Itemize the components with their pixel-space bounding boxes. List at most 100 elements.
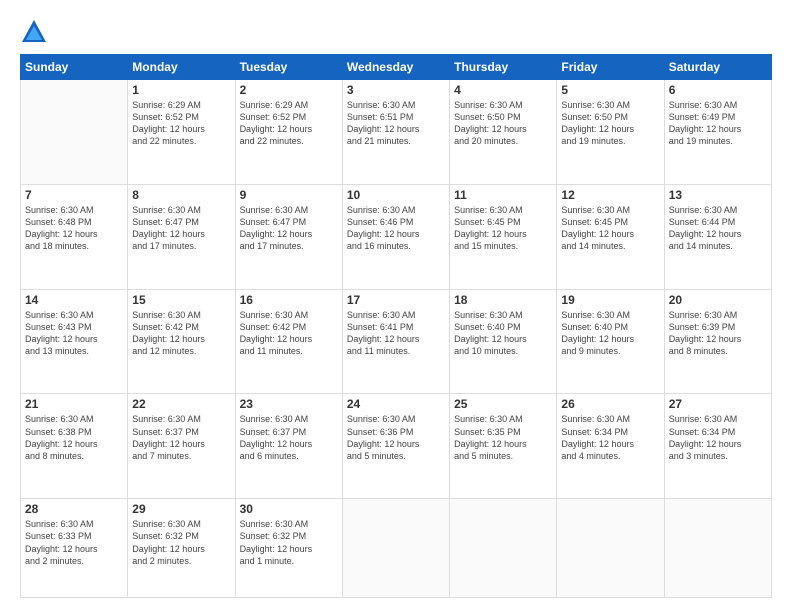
day-number: 14 — [25, 293, 123, 307]
calendar-cell: 28Sunrise: 6:30 AM Sunset: 6:33 PM Dayli… — [21, 499, 128, 598]
day-number: 15 — [132, 293, 230, 307]
day-number: 30 — [240, 502, 338, 516]
calendar-week-row: 1Sunrise: 6:29 AM Sunset: 6:52 PM Daylig… — [21, 80, 772, 185]
day-number: 24 — [347, 397, 445, 411]
calendar-cell: 10 Sunrise: 6:30 AM Sunset: 6:46 PM Dayli… — [342, 184, 449, 289]
day-info: Sunrise: 6:30 AM Sunset: 6:45 PM Dayligh… — [454, 204, 552, 253]
calendar-cell: 16 Sunrise: 6:30 AM Sunset: 6:42 PM Dayli… — [235, 289, 342, 394]
day-info: Sunrise: 6:30 AM Sunset: 6:46 PM Dayligh… — [347, 204, 445, 253]
calendar-cell: 30 Sunrise: 6:30 AM Sunset: 6:32 PM Dayli… — [235, 499, 342, 598]
calendar-cell — [21, 80, 128, 185]
calendar-cell: 13Sunrise: 6:30 AM Sunset: 6:44 PM Dayli… — [664, 184, 771, 289]
day-number: 26 — [561, 397, 659, 411]
day-number: 22 — [132, 397, 230, 411]
day-number: 29 — [132, 502, 230, 516]
day-info: Sunrise: 6:30 AM Sunset: 6:48 PM Dayligh… — [25, 204, 123, 253]
calendar-cell — [557, 499, 664, 598]
day-info: Sunrise: 6:30 AM Sunset: 6:42 PM Dayligh… — [132, 309, 230, 358]
day-info: Sunrise: 6:30 AM Sunset: 6:50 PM Dayligh… — [454, 99, 552, 148]
day-number: 28 — [25, 502, 123, 516]
calendar-cell: 24 Sunrise: 6:30 AM Sunset: 6:36 PM Dayli… — [342, 394, 449, 499]
day-info: Sunrise: 6:30 AM Sunset: 6:36 PM Dayligh… — [347, 413, 445, 462]
day-info: Sunrise: 6:30 AM Sunset: 6:39 PM Dayligh… — [669, 309, 767, 358]
day-info: Sunrise: 6:30 AM Sunset: 6:51 PM Dayligh… — [347, 99, 445, 148]
day-number: 25 — [454, 397, 552, 411]
day-info: Sunrise: 6:30 AM Sunset: 6:37 PM Dayligh… — [132, 413, 230, 462]
day-info: Sunrise: 6:30 AM Sunset: 6:50 PM Dayligh… — [561, 99, 659, 148]
day-number: 5 — [561, 83, 659, 97]
calendar-cell: 27 Sunrise: 6:30 AM Sunset: 6:34 PM Dayli… — [664, 394, 771, 499]
day-info: Sunrise: 6:30 AM Sunset: 6:37 PM Dayligh… — [240, 413, 338, 462]
day-info: Sunrise: 6:30 AM Sunset: 6:35 PM Dayligh… — [454, 413, 552, 462]
day-number: 2 — [240, 83, 338, 97]
calendar-cell: 19Sunrise: 6:30 AM Sunset: 6:40 PM Dayli… — [557, 289, 664, 394]
day-info: Sunrise: 6:30 AM Sunset: 6:32 PM Dayligh… — [132, 518, 230, 567]
calendar-cell: 7Sunrise: 6:30 AM Sunset: 6:48 PM Daylig… — [21, 184, 128, 289]
calendar-cell: 22 Sunrise: 6:30 AM Sunset: 6:37 PM Dayli… — [128, 394, 235, 499]
day-info: Sunrise: 6:30 AM Sunset: 6:40 PM Dayligh… — [454, 309, 552, 358]
calendar-table: SundayMondayTuesdayWednesdayThursdayFrid… — [20, 54, 772, 598]
day-info: Sunrise: 6:30 AM Sunset: 6:41 PM Dayligh… — [347, 309, 445, 358]
day-info: Sunrise: 6:30 AM Sunset: 6:32 PM Dayligh… — [240, 518, 338, 567]
day-info: Sunrise: 6:30 AM Sunset: 6:47 PM Dayligh… — [132, 204, 230, 253]
day-number: 4 — [454, 83, 552, 97]
day-info: Sunrise: 6:30 AM Sunset: 6:43 PM Dayligh… — [25, 309, 123, 358]
day-number: 16 — [240, 293, 338, 307]
day-info: Sunrise: 6:30 AM Sunset: 6:34 PM Dayligh… — [669, 413, 767, 462]
day-info: Sunrise: 6:30 AM Sunset: 6:40 PM Dayligh… — [561, 309, 659, 358]
calendar-day-header: Sunday — [21, 55, 128, 80]
header — [20, 18, 772, 46]
day-number: 8 — [132, 188, 230, 202]
day-info: Sunrise: 6:30 AM Sunset: 6:34 PM Dayligh… — [561, 413, 659, 462]
calendar-cell: 23 Sunrise: 6:30 AM Sunset: 6:37 PM Dayli… — [235, 394, 342, 499]
day-number: 27 — [669, 397, 767, 411]
calendar-cell — [342, 499, 449, 598]
calendar-cell: 3 Sunrise: 6:30 AM Sunset: 6:51 PM Daylig… — [342, 80, 449, 185]
day-info: Sunrise: 6:29 AM Sunset: 6:52 PM Dayligh… — [132, 99, 230, 148]
calendar-week-row: 14 Sunrise: 6:30 AM Sunset: 6:43 PM Dayli… — [21, 289, 772, 394]
day-number: 17 — [347, 293, 445, 307]
day-number: 10 — [347, 188, 445, 202]
calendar-cell: 6 Sunrise: 6:30 AM Sunset: 6:49 PM Daylig… — [664, 80, 771, 185]
day-number: 23 — [240, 397, 338, 411]
logo — [20, 18, 52, 46]
calendar-cell: 17 Sunrise: 6:30 AM Sunset: 6:41 PM Dayli… — [342, 289, 449, 394]
calendar-day-header: Wednesday — [342, 55, 449, 80]
calendar-cell: 26 Sunrise: 6:30 AM Sunset: 6:34 PM Dayli… — [557, 394, 664, 499]
day-number: 13 — [669, 188, 767, 202]
calendar-cell: 14 Sunrise: 6:30 AM Sunset: 6:43 PM Dayli… — [21, 289, 128, 394]
day-number: 6 — [669, 83, 767, 97]
calendar-cell: 21 Sunrise: 6:30 AM Sunset: 6:38 PM Dayli… — [21, 394, 128, 499]
calendar-day-header: Friday — [557, 55, 664, 80]
calendar-cell: 11 Sunrise: 6:30 AM Sunset: 6:45 PM Dayli… — [450, 184, 557, 289]
calendar-week-row: 21 Sunrise: 6:30 AM Sunset: 6:38 PM Dayli… — [21, 394, 772, 499]
day-info: Sunrise: 6:30 AM Sunset: 6:47 PM Dayligh… — [240, 204, 338, 253]
logo-icon — [20, 18, 48, 46]
calendar-day-header: Monday — [128, 55, 235, 80]
calendar-day-header: Saturday — [664, 55, 771, 80]
day-info: Sunrise: 6:30 AM Sunset: 6:38 PM Dayligh… — [25, 413, 123, 462]
day-number: 20 — [669, 293, 767, 307]
page: SundayMondayTuesdayWednesdayThursdayFrid… — [0, 0, 792, 612]
day-number: 12 — [561, 188, 659, 202]
calendar-cell: 1Sunrise: 6:29 AM Sunset: 6:52 PM Daylig… — [128, 80, 235, 185]
calendar-cell: 20 Sunrise: 6:30 AM Sunset: 6:39 PM Dayli… — [664, 289, 771, 394]
day-info: Sunrise: 6:30 AM Sunset: 6:49 PM Dayligh… — [669, 99, 767, 148]
calendar-cell: 8 Sunrise: 6:30 AM Sunset: 6:47 PM Daylig… — [128, 184, 235, 289]
calendar-cell: 9 Sunrise: 6:30 AM Sunset: 6:47 PM Daylig… — [235, 184, 342, 289]
calendar-day-header: Thursday — [450, 55, 557, 80]
calendar-cell: 12 Sunrise: 6:30 AM Sunset: 6:45 PM Dayli… — [557, 184, 664, 289]
calendar-cell — [664, 499, 771, 598]
calendar-week-row: 28Sunrise: 6:30 AM Sunset: 6:33 PM Dayli… — [21, 499, 772, 598]
day-number: 21 — [25, 397, 123, 411]
calendar-cell: 15 Sunrise: 6:30 AM Sunset: 6:42 PM Dayli… — [128, 289, 235, 394]
day-number: 11 — [454, 188, 552, 202]
day-number: 3 — [347, 83, 445, 97]
calendar-cell: 25 Sunrise: 6:30 AM Sunset: 6:35 PM Dayli… — [450, 394, 557, 499]
day-number: 9 — [240, 188, 338, 202]
day-info: Sunrise: 6:29 AM Sunset: 6:52 PM Dayligh… — [240, 99, 338, 148]
day-info: Sunrise: 6:30 AM Sunset: 6:42 PM Dayligh… — [240, 309, 338, 358]
calendar-header-row: SundayMondayTuesdayWednesdayThursdayFrid… — [21, 55, 772, 80]
calendar-cell: 2 Sunrise: 6:29 AM Sunset: 6:52 PM Daylig… — [235, 80, 342, 185]
day-info: Sunrise: 6:30 AM Sunset: 6:45 PM Dayligh… — [561, 204, 659, 253]
